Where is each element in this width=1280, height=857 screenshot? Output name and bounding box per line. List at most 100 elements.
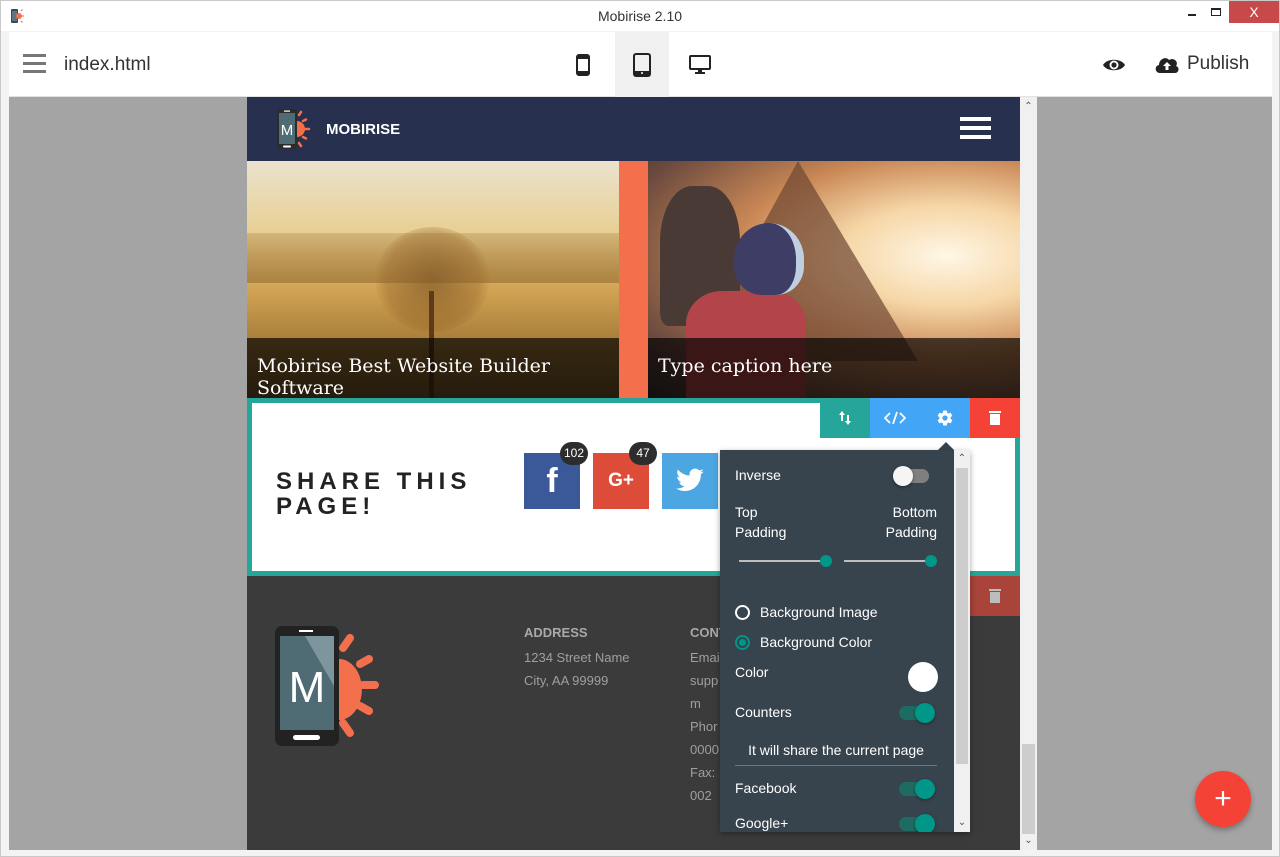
site-navbar[interactable]: M MOBIRISE bbox=[247, 97, 1020, 161]
delete-block-button[interactable] bbox=[970, 398, 1020, 438]
main-menu-button[interactable] bbox=[23, 54, 47, 74]
footer-contacts: CONT Emai supp m Phor 0000 Fax: 002 bbox=[690, 624, 720, 807]
tablet-icon bbox=[633, 52, 651, 77]
trash-icon bbox=[989, 589, 1001, 603]
contact-line[interactable]: 0000 bbox=[690, 738, 720, 761]
bottom-padding-label-line: Bottom bbox=[892, 504, 937, 520]
facebook-share-button[interactable]: f 102 bbox=[524, 442, 588, 509]
share-count-badge: 47 bbox=[629, 442, 657, 465]
contact-line[interactable]: m bbox=[690, 692, 720, 715]
desktop-icon bbox=[689, 54, 711, 74]
cap-image-detail bbox=[734, 223, 804, 295]
googleplus-toggle[interactable] bbox=[899, 814, 935, 832]
mobile-icon bbox=[576, 53, 590, 76]
background-color-label[interactable]: Background Color bbox=[760, 634, 872, 650]
color-picker-swatch[interactable] bbox=[908, 662, 938, 692]
share-title[interactable]: SHARE THIS PAGE! bbox=[276, 469, 496, 519]
scroll-up-arrow-icon[interactable]: ⌃ bbox=[1020, 100, 1037, 114]
google-plus-icon: G+ bbox=[608, 470, 634, 491]
top-padding-slider[interactable] bbox=[739, 554, 832, 568]
toggle-knob bbox=[915, 814, 935, 832]
facebook-icon: f bbox=[546, 461, 558, 500]
address-line[interactable]: 1234 Street Name bbox=[524, 646, 630, 669]
contact-line[interactable]: Phor bbox=[690, 715, 720, 738]
hamburger-icon bbox=[960, 117, 991, 121]
counters-label: Counters bbox=[735, 704, 792, 720]
contact-line[interactable]: Emai bbox=[690, 646, 720, 669]
toggle-knob bbox=[893, 466, 913, 486]
scrollbar-thumb[interactable] bbox=[956, 468, 968, 764]
panel-pointer bbox=[938, 442, 954, 450]
address-line[interactable]: City, AA 99999 bbox=[524, 669, 630, 692]
hamburger-icon-line bbox=[23, 70, 46, 73]
scroll-up-arrow-icon[interactable]: ⌃ bbox=[954, 452, 970, 466]
minimize-icon bbox=[1188, 14, 1196, 16]
window-title: Mobirise 2.10 bbox=[597, 8, 683, 24]
contacts-heading[interactable]: CONT bbox=[690, 624, 720, 642]
bottom-padding-label-line: Padding bbox=[885, 524, 937, 540]
footer-address: ADDRESS 1234 Street Name City, AA 99999 bbox=[524, 624, 630, 692]
scroll-down-arrow-icon[interactable]: ⌄ bbox=[1020, 834, 1037, 848]
preview-button[interactable] bbox=[1099, 52, 1129, 78]
color-label: Color bbox=[735, 664, 769, 680]
top-padding-label: Top Padding bbox=[735, 502, 786, 542]
add-block-button[interactable]: + bbox=[1195, 771, 1251, 827]
gallery-caption[interactable]: Type caption here bbox=[648, 338, 1020, 398]
move-block-button[interactable] bbox=[820, 398, 870, 438]
contact-line[interactable]: 002 bbox=[690, 784, 720, 807]
mobirise-logo-icon: M bbox=[277, 109, 311, 149]
slider-handle[interactable] bbox=[820, 555, 832, 567]
app-window: Mobirise 2.10 X index.html Publish M MOB… bbox=[0, 0, 1280, 857]
scrollbar-thumb[interactable] bbox=[1022, 744, 1035, 834]
panel-scrollbar[interactable]: ⌃ ⌄ bbox=[954, 450, 970, 832]
mobile-view-button[interactable] bbox=[556, 32, 610, 97]
close-button[interactable]: X bbox=[1229, 1, 1279, 23]
cloud-upload-icon bbox=[1155, 58, 1179, 73]
image-gallery: Mobirise Best Website Builder Software T… bbox=[247, 161, 1020, 398]
desktop-view-button[interactable] bbox=[673, 32, 727, 97]
googleplus-share-button[interactable]: G+ 47 bbox=[593, 442, 657, 509]
slider-handle[interactable] bbox=[925, 555, 937, 567]
block-toolbar bbox=[820, 398, 1020, 438]
svg-text:M: M bbox=[281, 122, 294, 139]
share-note: It will share the current page bbox=[735, 742, 937, 766]
contact-line[interactable]: supp bbox=[690, 669, 720, 692]
editor-canvas: M MOBIRISE Mobirise Best Website Builder… bbox=[9, 97, 1272, 850]
delete-footer-block-button[interactable] bbox=[970, 576, 1020, 616]
contact-line[interactable]: Fax: bbox=[690, 761, 720, 784]
title-bar: Mobirise 2.10 X bbox=[1, 1, 1279, 31]
bottom-padding-label: Bottom Padding bbox=[870, 502, 937, 542]
inverse-label: Inverse bbox=[735, 467, 781, 483]
maximize-button[interactable] bbox=[1201, 1, 1231, 23]
hamburger-icon-line bbox=[23, 62, 46, 65]
top-padding-label-line: Top bbox=[735, 504, 758, 520]
site-brand-name[interactable]: MOBIRISE bbox=[326, 121, 400, 138]
edit-code-button[interactable] bbox=[870, 398, 920, 438]
block-settings-button[interactable] bbox=[920, 398, 970, 438]
gallery-caption[interactable]: Mobirise Best Website Builder Software bbox=[247, 338, 619, 398]
canvas-scrollbar[interactable]: ⌃ ⌄ bbox=[1020, 97, 1037, 850]
eye-icon bbox=[1103, 59, 1125, 71]
publish-label: Publish bbox=[1187, 53, 1250, 74]
facebook-toggle[interactable] bbox=[899, 779, 935, 799]
scroll-down-arrow-icon[interactable]: ⌄ bbox=[954, 816, 970, 830]
publish-button[interactable]: Publish bbox=[1154, 50, 1249, 78]
slider-track bbox=[844, 560, 931, 562]
background-image-radio[interactable] bbox=[735, 605, 750, 620]
gallery-item[interactable]: Mobirise Best Website Builder Software bbox=[247, 161, 619, 398]
hamburger-icon-line bbox=[960, 135, 991, 139]
mobirise-logo-icon: M bbox=[275, 626, 379, 746]
hamburger-icon bbox=[23, 54, 46, 57]
block-settings-panel: Inverse Top Padding Bottom Padding Backg… bbox=[720, 450, 970, 832]
twitter-share-button[interactable] bbox=[662, 453, 718, 509]
background-image-label[interactable]: Background Image bbox=[760, 604, 878, 620]
counters-toggle[interactable] bbox=[899, 703, 935, 723]
background-color-radio[interactable] bbox=[735, 635, 750, 650]
address-heading[interactable]: ADDRESS bbox=[524, 624, 630, 642]
close-icon: X bbox=[1249, 4, 1259, 20]
bottom-padding-slider[interactable] bbox=[844, 554, 937, 568]
site-menu-button[interactable] bbox=[960, 117, 991, 141]
inverse-toggle[interactable] bbox=[893, 466, 929, 486]
tablet-view-button[interactable] bbox=[615, 32, 669, 97]
gallery-item[interactable]: Type caption here bbox=[648, 161, 1020, 398]
